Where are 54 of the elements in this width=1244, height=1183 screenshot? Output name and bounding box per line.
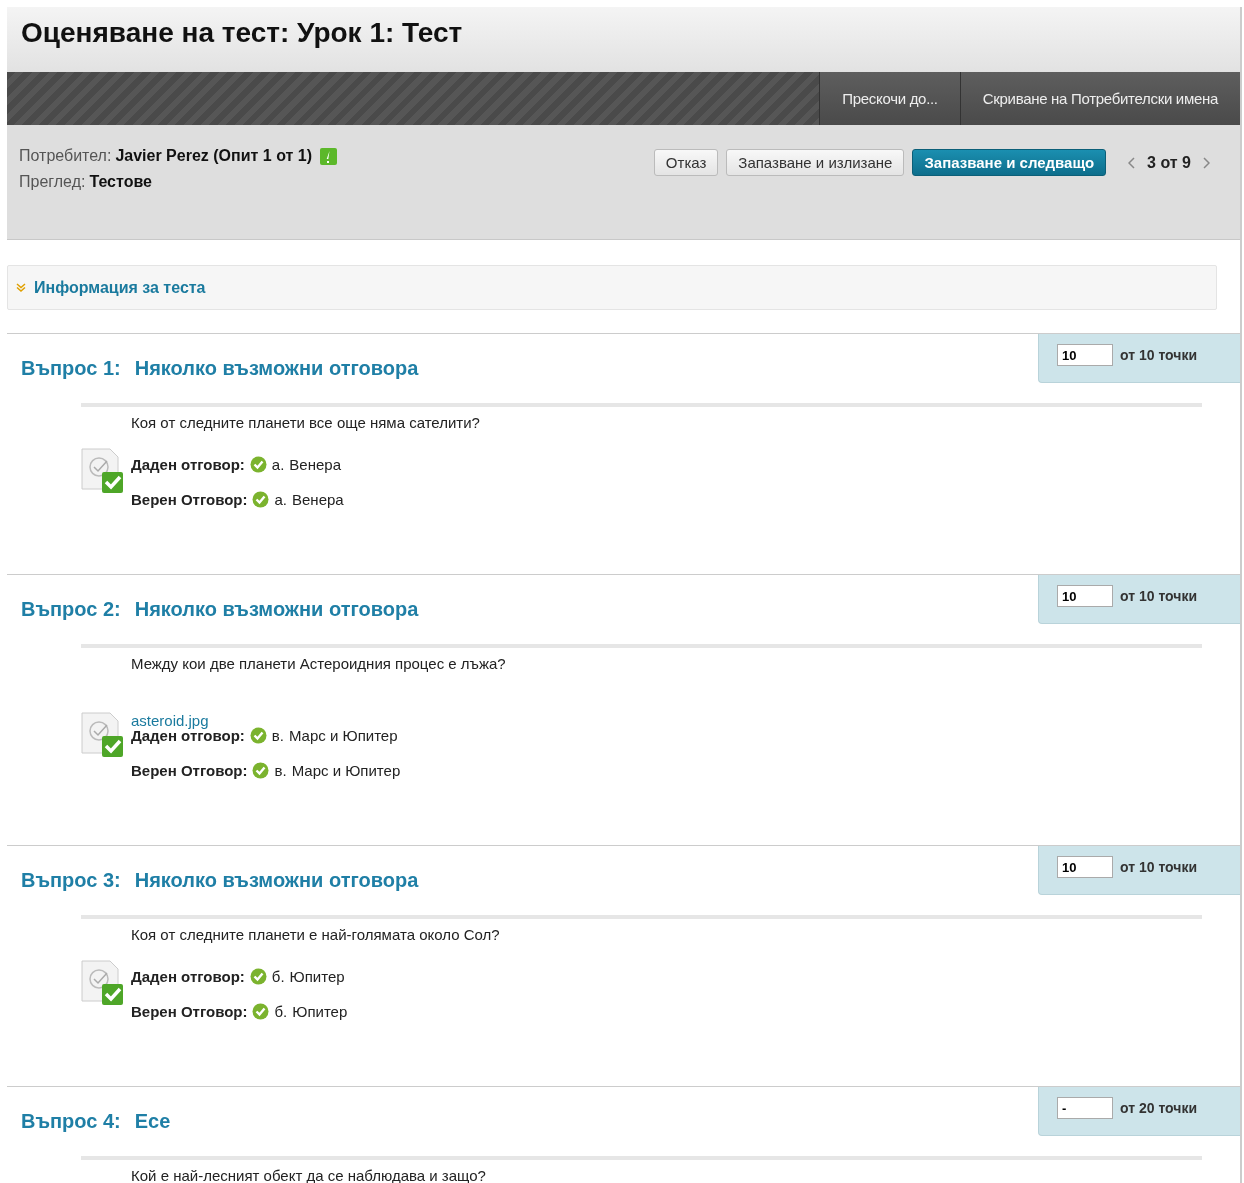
- answer-label: Верен Отговор:: [131, 1003, 248, 1020]
- answer-text: Юпитер: [292, 1003, 348, 1020]
- view-value: Тестове: [89, 173, 152, 191]
- points-label: от 10 точки: [1120, 859, 1198, 875]
- toolbar-button[interactable]: Скриване на Потребителски имена: [959, 72, 1240, 125]
- view-label: Преглед:: [19, 173, 86, 191]
- save-next-button[interactable]: Запазване и следващо: [912, 149, 1107, 176]
- attachment-link[interactable]: asteroid.jpg: [131, 712, 401, 729]
- graded-document-icon: [81, 712, 125, 758]
- action-button[interactable]: Запазване и излизане: [726, 149, 905, 176]
- answer-label: Верен Отговор:: [131, 491, 248, 508]
- test-info-toggle[interactable]: Информация за теста: [7, 265, 1217, 310]
- question-text: Коя от следните планети все още няма сателити?: [131, 414, 481, 431]
- points-label: от 10 точки: [1120, 347, 1198, 363]
- toolbar-button[interactable]: Прескочи до...: [819, 72, 960, 125]
- question-number: Въпрос 4:: [21, 1110, 121, 1133]
- action-button[interactable]: Отказ: [653, 149, 719, 176]
- answer-letter: а.: [271, 456, 285, 473]
- question-type: Няколко възможни отговора: [134, 869, 419, 892]
- question-number: Въпрос 1:: [21, 357, 121, 380]
- question-type: Есе: [134, 1110, 171, 1133]
- answer-text: Венера: [289, 456, 341, 473]
- graded-document-icon: [81, 448, 125, 494]
- answer-letter: б.: [271, 968, 285, 985]
- user-name: Javier Perez (Опит 1 от 1): [115, 147, 313, 165]
- page-counter: 3 от 9: [1147, 153, 1191, 172]
- answer-letter: б.: [274, 1003, 288, 1020]
- answer-label: Верен Отговор:: [131, 762, 248, 779]
- user-label: Потребител:: [19, 147, 112, 165]
- question-type: Няколко възможни отговора: [134, 598, 419, 621]
- score-field[interactable]: 10: [1057, 344, 1113, 366]
- question-text: Коя от следните планети е най-голямата около Сол?: [131, 926, 501, 943]
- score-field[interactable]: -: [1057, 1097, 1113, 1119]
- graded-document-icon: [81, 960, 125, 1006]
- page-title: Оценяване на тест: Урок 1: Тест: [21, 17, 463, 49]
- points-label: от 20 точки: [1120, 1100, 1198, 1116]
- answer-text: Венера: [292, 491, 344, 508]
- answer-letter: а.: [274, 491, 287, 508]
- next-icon[interactable]: [1203, 156, 1210, 169]
- score-field[interactable]: 10: [1057, 856, 1113, 878]
- answer-text: Юпитер: [289, 968, 345, 985]
- question-text: Между кои две планети Астероидния процес е лъжа?: [131, 655, 507, 672]
- points-label: от 10 точки: [1120, 588, 1198, 604]
- answer-text: Марс и Юпитер: [288, 727, 398, 744]
- question-number: Въпрос 3:: [21, 869, 121, 892]
- answer-label: Даден отговор:: [131, 968, 245, 985]
- answer-letter: в.: [274, 762, 287, 779]
- answer-letter: в.: [271, 727, 284, 744]
- question-type: Няколко възможни отговора: [134, 357, 419, 380]
- answer-label: Даден отговор:: [131, 456, 245, 473]
- answer-text: Марс и Юпитер: [291, 762, 401, 779]
- score-field[interactable]: 10: [1057, 585, 1113, 607]
- question-number: Въпрос 2:: [21, 598, 121, 621]
- previous-icon[interactable]: [1128, 156, 1136, 169]
